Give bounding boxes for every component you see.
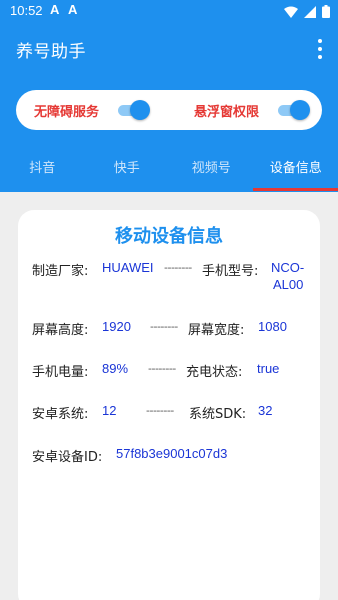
overlay-permission-toggle[interactable] <box>276 100 310 120</box>
android-version-value: 12 <box>102 403 117 418</box>
tab-kuaishou[interactable]: 快手 <box>85 150 170 192</box>
android-id-value: 57f8b3e9001c07d3 <box>116 446 228 461</box>
accessibility-service-label: 无障碍服务 <box>34 105 100 120</box>
tab-bar: 抖音 快手 视频号 设备信息 <box>0 150 338 192</box>
signal-icon <box>304 5 316 18</box>
screen-height-value: 1920 <box>102 319 131 334</box>
sdk-value: 32 <box>258 403 273 418</box>
charging-value: true <box>257 361 280 376</box>
card-title: 移动设备信息 <box>115 226 223 247</box>
tab-channels[interactable]: 视频号 <box>169 150 254 192</box>
android-version-label: 安卓系统: <box>32 407 89 422</box>
charging-label: 充电状态: <box>186 365 243 380</box>
app-screen: 10:52 A A 养号助手 无障碍服务 悬浮窗权限 抖音 快手 视频号 设备信… <box>0 0 338 600</box>
separator: -------- <box>150 320 178 333</box>
more-options-icon[interactable] <box>316 39 324 59</box>
separator: -------- <box>164 261 192 274</box>
tab-douyin[interactable]: 抖音 <box>0 150 85 192</box>
wifi-icon <box>284 6 298 18</box>
separator: -------- <box>148 362 176 375</box>
overlay-permission-label: 悬浮窗权限 <box>194 105 260 120</box>
screen-width-label: 屏幕宽度: <box>188 323 245 338</box>
android-id-label: 安卓设备ID: <box>32 450 103 465</box>
permissions-card: 无障碍服务 悬浮窗权限 <box>16 90 322 130</box>
accessibility-status-icon-2: A <box>68 2 78 17</box>
status-bar: 10:52 A A <box>0 0 338 24</box>
model-value-line1: NCO- <box>271 260 305 275</box>
status-icons <box>284 5 330 18</box>
app-bar: 养号助手 <box>0 24 338 74</box>
app-title: 养号助手 <box>16 42 86 62</box>
sdk-label: 系统SDK: <box>189 407 247 422</box>
tab-device-info[interactable]: 设备信息 <box>254 150 338 192</box>
battery-label: 手机电量: <box>32 365 89 380</box>
model-value-line2: AL00 <box>273 277 304 292</box>
screen-width-value: 1080 <box>258 319 287 334</box>
status-time: 10:52 <box>10 3 43 18</box>
screen-height-label: 屏幕高度: <box>32 323 89 338</box>
device-info-card: 移动设备信息 制造厂家: HUAWEI -------- 手机型号: NCO- … <box>18 210 320 600</box>
model-label: 手机型号: <box>202 264 259 279</box>
separator: -------- <box>146 404 174 417</box>
toggle-thumb <box>130 100 150 120</box>
manufacturer-value: HUAWEI <box>102 260 154 275</box>
accessibility-status-icon: A <box>50 2 60 17</box>
tab-indicator <box>253 188 338 191</box>
manufacturer-label: 制造厂家: <box>32 264 89 279</box>
accessibility-service-toggle[interactable] <box>116 100 150 120</box>
header-area: 10:52 A A 养号助手 无障碍服务 悬浮窗权限 抖音 快手 视频号 设备信… <box>0 0 338 192</box>
battery-value: 89% <box>102 361 129 376</box>
toggle-thumb <box>290 100 310 120</box>
battery-icon <box>322 5 330 18</box>
